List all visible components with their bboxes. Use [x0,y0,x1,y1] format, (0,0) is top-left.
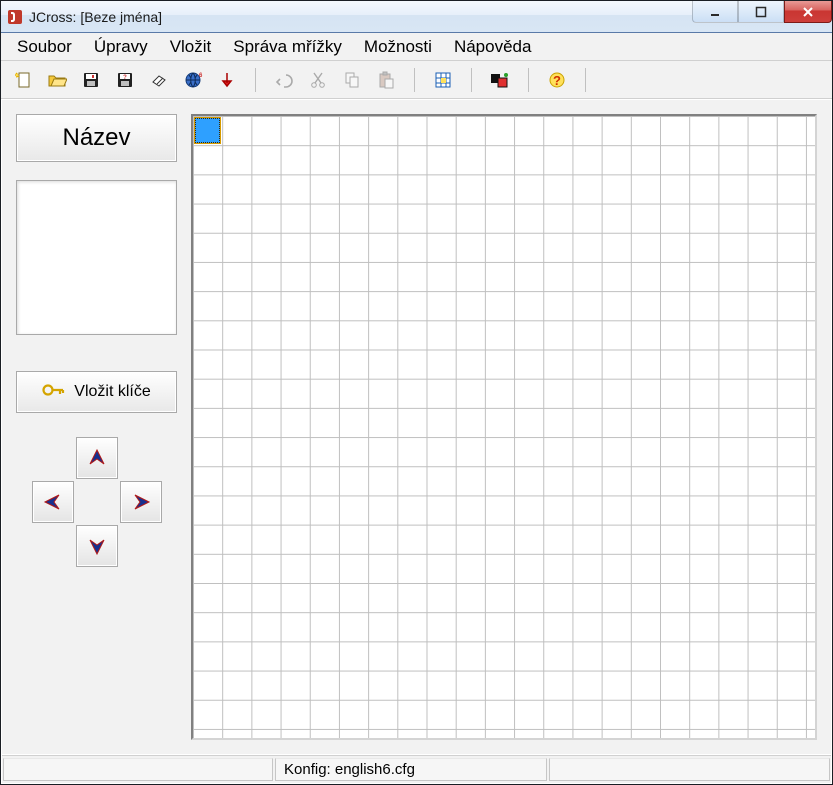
help-icon[interactable]: ? [543,66,571,94]
app-icon [7,9,23,25]
menu-soubor[interactable]: Soubor [7,34,82,60]
sidebar: Název Vložit klíče [2,100,187,754]
toolbar-separator [585,68,586,92]
toolbar-separator [528,68,529,92]
arrow-down-icon[interactable] [213,66,241,94]
paste-icon[interactable] [372,66,400,94]
status-right [549,758,830,781]
menu-moznosti[interactable]: Možnosti [354,34,442,60]
arrow-left-button[interactable] [32,481,74,523]
key-icon [42,381,66,404]
color-pair-icon[interactable] [486,66,514,94]
maximize-button[interactable] [738,1,784,23]
status-left [3,758,273,781]
save-icon[interactable] [77,66,105,94]
statusbar: Konfig: english6.cfg [2,755,831,783]
menu-upravy[interactable]: Úpravy [84,34,158,60]
menu-sprava[interactable]: Správa mřížky [223,34,352,60]
minimize-button[interactable] [692,1,738,23]
close-button[interactable] [784,1,832,23]
grid-container [187,100,831,754]
workarea: Název Vložit klíče [2,100,831,754]
toolbar: ? 6 [1,61,832,99]
application-window: JCross: [Beze jména] Soubor Úpravy Vloži… [0,0,833,785]
arrow-right-button[interactable] [120,481,162,523]
title-button-label: Název [62,124,130,152]
svg-text:6: 6 [199,73,203,79]
insert-keys-button[interactable]: Vložit klíče [16,371,177,413]
svg-text:?: ? [553,73,561,88]
svg-text:?: ? [123,75,127,81]
window-title: JCross: [Beze jména] [29,9,162,25]
eraser-icon[interactable] [145,66,173,94]
menubar: Soubor Úpravy Vložit Správa mřížky Možno… [1,33,832,61]
arrow-down-button[interactable] [76,525,118,567]
undo-icon[interactable] [270,66,298,94]
grid-lines [193,116,815,738]
cut-icon[interactable] [304,66,332,94]
web-icon[interactable]: 6 [179,66,207,94]
grid-cursor-cell[interactable] [195,118,220,143]
toolbar-separator [414,68,415,92]
arrow-up-button[interactable] [76,437,118,479]
copy-icon[interactable] [338,66,366,94]
toolbar-separator [471,68,472,92]
grid-tool-icon[interactable] [429,66,457,94]
window-controls [692,1,832,32]
save-as-icon[interactable]: ? [111,66,139,94]
insert-keys-label: Vložit klíče [74,383,150,401]
title-button[interactable]: Název [16,114,177,162]
menu-napoveda[interactable]: Nápověda [444,34,542,60]
new-file-icon[interactable] [9,66,37,94]
status-center: Konfig: english6.cfg [275,758,547,781]
preview-box[interactable] [16,180,177,335]
toolbar-separator [255,68,256,92]
direction-pad [16,437,177,567]
menu-vlozit[interactable]: Vložit [160,34,222,60]
crossword-grid[interactable] [191,114,817,740]
open-folder-icon[interactable] [43,66,71,94]
titlebar: JCross: [Beze jména] [1,1,832,33]
